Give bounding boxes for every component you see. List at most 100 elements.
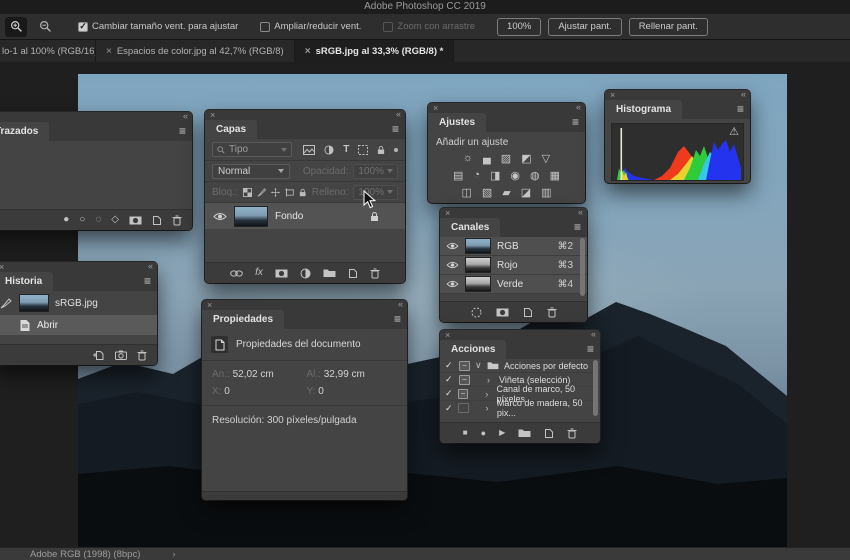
scrollbar-thumb[interactable] [580, 238, 585, 296]
close-icon[interactable]: × [445, 330, 450, 340]
color-balance-icon[interactable]: ◔ [473, 169, 480, 182]
filter-type-layers-icon[interactable]: T [343, 145, 349, 155]
close-icon[interactable]: × [433, 103, 438, 113]
exposure-icon[interactable]: ◩ [521, 152, 531, 165]
action-set-row[interactable]: ✓ − ∨ Acciones por defecto [440, 359, 600, 373]
panel-menu-icon[interactable]: ≡ [179, 124, 186, 138]
lock-all-icon[interactable] [299, 187, 306, 198]
blend-mode-select[interactable]: Normal [212, 164, 290, 179]
stroke-path-icon[interactable]: ○ [79, 215, 85, 225]
play-icon[interactable]: ▶ [499, 428, 505, 438]
threshold-icon[interactable]: ▰ [502, 186, 510, 199]
trash-icon[interactable] [567, 428, 577, 439]
trash-icon[interactable] [370, 268, 380, 279]
filter-adjustment-layers-icon[interactable] [324, 145, 334, 155]
load-channel-selection-icon[interactable] [471, 307, 482, 318]
document-tab-3-active[interactable]: × sRGB.jpg al 33,3% (RGB/8) * [295, 40, 455, 62]
fill-path-icon[interactable]: ● [63, 215, 69, 225]
fill-screen-button[interactable]: Rellenar pant. [629, 18, 708, 36]
selective-color-icon[interactable]: ▥ [541, 186, 551, 199]
new-path-icon[interactable] [152, 215, 162, 226]
panel-menu-icon[interactable]: ≡ [587, 342, 594, 356]
close-icon[interactable]: × [207, 300, 212, 310]
levels-icon[interactable]: ▄ [483, 152, 491, 165]
action-check-icon[interactable]: ✓ [445, 360, 454, 371]
collapse-icon[interactable]: « [576, 102, 580, 112]
new-channel-icon[interactable] [523, 307, 533, 318]
dialog-toggle-icon[interactable]: − [459, 361, 470, 371]
close-icon[interactable]: × [305, 46, 311, 57]
collapse-icon[interactable]: « [183, 111, 187, 121]
history-state-row-selected[interactable]: Abrir [0, 315, 157, 335]
trash-icon[interactable] [172, 215, 182, 226]
add-mask-icon[interactable] [275, 269, 288, 278]
new-document-from-state-icon[interactable] [93, 350, 105, 361]
collapse-icon[interactable]: « [741, 89, 745, 99]
panel-menu-icon[interactable]: ≡ [737, 102, 744, 116]
make-work-path-icon[interactable]: ◇ [111, 215, 119, 225]
color-lookup-icon[interactable]: ▦ [550, 169, 560, 182]
collapse-icon[interactable]: « [578, 207, 582, 217]
panel-menu-icon[interactable]: ≡ [394, 312, 401, 326]
action-check-icon[interactable]: ✓ [445, 403, 453, 414]
history-brush-icon[interactable] [0, 297, 13, 309]
close-icon[interactable]: × [210, 110, 215, 120]
visibility-eye-icon[interactable] [446, 242, 459, 250]
chevron-right-icon[interactable]: › [487, 375, 494, 385]
vibrance-icon[interactable]: ▽ [542, 152, 550, 165]
close-icon[interactable]: × [0, 262, 4, 272]
lock-transparency-icon[interactable] [243, 187, 252, 198]
trash-icon[interactable] [137, 350, 147, 361]
chevron-down-icon[interactable]: ∨ [475, 360, 482, 371]
new-snapshot-camera-icon[interactable] [115, 350, 127, 360]
close-icon[interactable]: × [445, 208, 450, 218]
tab-historia[interactable]: Historia [0, 272, 53, 291]
cached-data-warning-icon[interactable]: ⚠ [729, 125, 739, 138]
zoom-in-tool-button[interactable] [5, 17, 27, 37]
collapse-icon[interactable]: « [591, 329, 595, 339]
visibility-eye-icon[interactable] [446, 280, 459, 288]
tab-ajustes[interactable]: Ajustes [428, 113, 486, 132]
photo-filter-icon[interactable]: ◉ [510, 169, 520, 182]
fit-screen-button[interactable]: Ajustar pant. [548, 18, 621, 36]
visibility-eye-icon[interactable] [446, 261, 459, 269]
dialog-toggle-icon[interactable]: − [459, 375, 470, 385]
zoom-out-tool-button[interactable] [34, 17, 56, 37]
tab-trazados[interactable]: Trazados [0, 122, 49, 141]
collapse-icon[interactable]: « [148, 261, 152, 271]
lock-pixels-brush-icon[interactable] [257, 187, 266, 198]
new-action-icon[interactable] [544, 428, 554, 439]
lock-position-move-icon[interactable] [271, 187, 280, 198]
panel-menu-icon[interactable]: ≡ [572, 115, 579, 129]
gradient-map-icon[interactable]: ◪ [521, 186, 531, 199]
collapse-icon[interactable]: « [396, 109, 400, 119]
document-tab-2[interactable]: × Espacios de color.jpg al 42,7% (RGB/8) [96, 40, 295, 62]
close-icon[interactable]: × [610, 90, 615, 100]
brightness-contrast-icon[interactable]: ☼ [463, 152, 473, 165]
add-mask-icon[interactable] [129, 216, 142, 225]
channel-mixer-icon[interactable]: ◍ [530, 169, 540, 182]
layer-fx-icon[interactable]: fx [255, 268, 263, 278]
new-layer-icon[interactable] [348, 268, 358, 279]
new-group-folder-icon[interactable] [323, 268, 336, 278]
curves-icon[interactable]: ▨ [501, 152, 511, 165]
history-snapshot-row[interactable]: sRGB.jpg [0, 291, 157, 315]
filter-smart-objects-icon[interactable] [377, 145, 385, 155]
channel-row-rojo[interactable]: Rojo ⌘3 [440, 256, 587, 275]
tab-canales[interactable]: Canales [440, 218, 500, 237]
action-check-icon[interactable]: ✓ [445, 374, 454, 385]
zoom-level-button[interactable]: 100% [497, 18, 541, 36]
panel-menu-icon[interactable]: ≡ [574, 220, 581, 234]
channel-row-rgb[interactable]: RGB ⌘2 [440, 237, 587, 256]
lock-artboard-icon[interactable] [285, 187, 295, 198]
hue-saturation-icon[interactable]: ▤ [453, 169, 463, 182]
action-row[interactable]: ✓ › Marco de madera, 50 pix... [440, 401, 600, 415]
tab-propiedades[interactable]: Propiedades [202, 310, 284, 329]
panel-menu-icon[interactable]: ≡ [144, 274, 151, 288]
opacity-value-field[interactable]: 100% [353, 164, 398, 179]
visibility-eye-icon[interactable] [213, 212, 227, 221]
status-chevron-icon[interactable]: › [172, 549, 175, 560]
scrollbar-thumb[interactable] [593, 360, 598, 416]
filter-toggle-icon[interactable] [394, 148, 398, 152]
chevron-right-icon[interactable]: › [485, 389, 491, 399]
